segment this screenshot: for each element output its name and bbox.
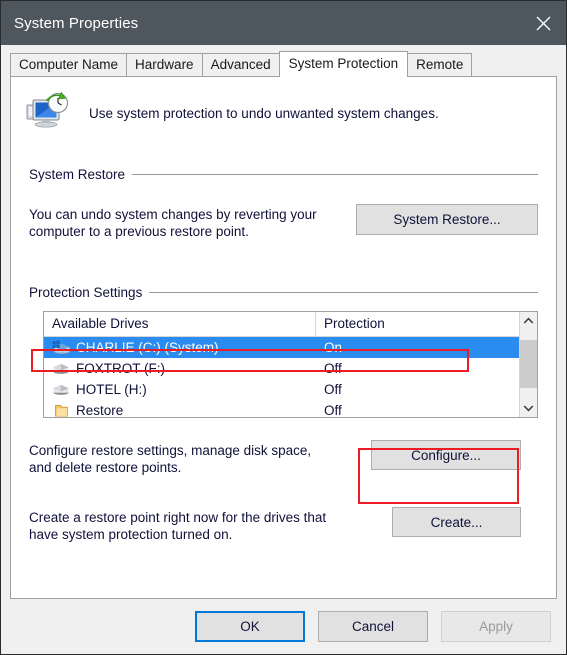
group-divider	[132, 174, 538, 175]
column-header-available-drives[interactable]: Available Drives	[44, 312, 316, 336]
drive-icon	[50, 381, 72, 399]
column-header-protection[interactable]: Protection	[316, 312, 519, 336]
create-button[interactable]: Create...	[392, 507, 521, 537]
system-restore-group-header: System Restore	[29, 167, 538, 182]
drive-name: Restore	[76, 403, 124, 418]
table-row[interactable]: HOTEL (H:) Off	[44, 379, 519, 400]
configure-description: Configure restore settings, manage disk …	[29, 443, 312, 475]
system-drive-icon	[50, 339, 72, 357]
chevron-down-icon[interactable]	[520, 399, 537, 417]
create-row: Create a restore point right now for the…	[29, 507, 538, 543]
apply-button: Apply	[441, 611, 551, 642]
panel-header: Use system protection to undo unwanted s…	[11, 77, 556, 135]
configure-button[interactable]: Configure...	[371, 440, 521, 470]
scrollbar-thumb[interactable]	[520, 340, 537, 388]
drive-icon	[50, 360, 72, 378]
tab-advanced[interactable]: Advanced	[201, 53, 280, 76]
available-drives-list[interactable]: Available Drives Protection CHARLIE (C:)…	[43, 311, 538, 418]
group-divider	[149, 292, 538, 293]
scrollbar-track[interactable]	[520, 330, 537, 399]
drive-name: HOTEL (H:)	[76, 382, 147, 397]
system-restore-row: You can undo system changes by reverting…	[29, 204, 538, 240]
drive-list-scrollbar[interactable]	[519, 312, 537, 417]
system-restore-group-label: System Restore	[29, 167, 126, 182]
drive-protection-status: Off	[324, 361, 342, 376]
drive-protection-status: On	[324, 340, 343, 355]
table-row[interactable]: Restore Off	[44, 400, 519, 418]
system-protection-icon	[25, 91, 73, 135]
system-protection-panel: Use system protection to undo unwanted s…	[10, 76, 557, 599]
chevron-up-icon[interactable]	[520, 312, 537, 330]
system-restore-description: You can undo system changes by reverting…	[29, 207, 317, 239]
dialog-footer: OK Cancel Apply	[1, 599, 566, 654]
folder-icon	[50, 402, 72, 418]
system-properties-window: System Properties Computer Name Hardware…	[0, 0, 567, 655]
ok-button[interactable]: OK	[195, 611, 305, 642]
tab-strip: Computer Name Hardware Advanced System P…	[10, 51, 557, 77]
tab-computer-name[interactable]: Computer Name	[10, 53, 128, 76]
system-restore-group: System Restore You can undo system chang…	[29, 167, 538, 240]
drive-rows: CHARLIE (C:) (System) On FOXTROT (F:) Of…	[44, 337, 519, 418]
table-row[interactable]: CHARLIE (C:) (System) On	[44, 337, 519, 358]
drive-protection-status: Off	[324, 403, 342, 418]
tab-hardware[interactable]: Hardware	[126, 53, 203, 76]
protection-settings-group-header: Protection Settings	[29, 285, 538, 300]
drive-protection-status: Off	[324, 382, 342, 397]
window-title: System Properties	[14, 14, 139, 32]
tab-system-protection[interactable]: System Protection	[278, 51, 409, 77]
drive-name: FOXTROT (F:)	[76, 361, 165, 376]
cancel-button[interactable]: Cancel	[318, 611, 428, 642]
create-description: Create a restore point right now for the…	[29, 510, 327, 542]
tab-strip-container: Computer Name Hardware Advanced System P…	[1, 45, 566, 77]
drive-list-header: Available Drives Protection	[44, 312, 519, 337]
table-row[interactable]: FOXTROT (F:) Off	[44, 358, 519, 379]
configure-row: Configure restore settings, manage disk …	[29, 440, 538, 476]
tab-remote[interactable]: Remote	[407, 53, 473, 76]
protection-settings-group: Protection Settings Available Drives Pro…	[29, 285, 538, 543]
panel-header-text: Use system protection to undo unwanted s…	[89, 105, 439, 121]
close-icon[interactable]	[520, 1, 566, 45]
system-restore-button[interactable]: System Restore...	[356, 204, 538, 235]
title-bar: System Properties	[1, 1, 566, 45]
drive-name: CHARLIE (C:) (System)	[76, 340, 219, 355]
protection-settings-group-label: Protection Settings	[29, 285, 143, 300]
drive-list-body: Available Drives Protection CHARLIE (C:)…	[44, 312, 519, 417]
